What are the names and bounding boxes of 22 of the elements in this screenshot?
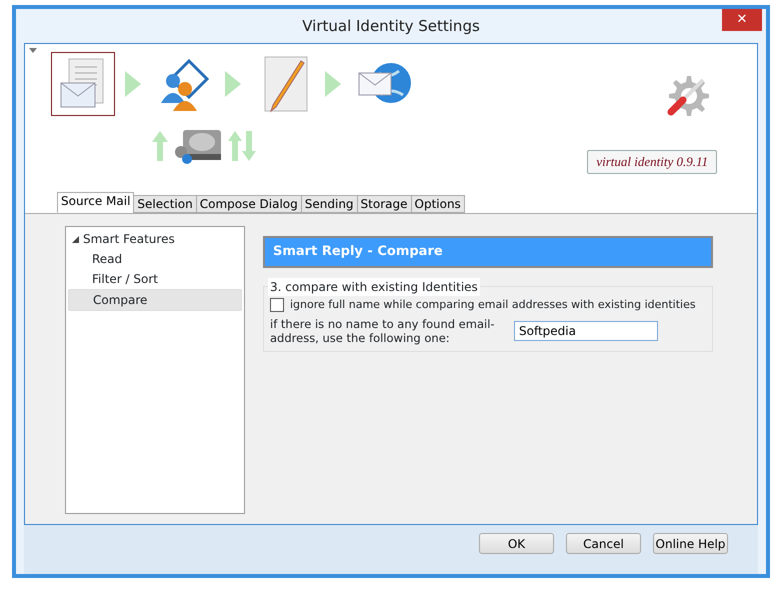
tab[interactable]: Options	[410, 195, 465, 213]
close-button[interactable]: ✕	[722, 9, 762, 31]
input-field[interactable]: Softpedia	[514, 321, 658, 341]
dialog-button[interactable]: Cancel	[566, 533, 641, 554]
tab[interactable]: Selection	[133, 195, 197, 213]
tab[interactable]: Compose Dialog	[196, 195, 302, 213]
version-label: virtual identity 0.9.11	[587, 150, 717, 174]
group-title: 3. compare with existing Identities	[268, 278, 480, 296]
tab[interactable]: Sending	[300, 195, 358, 213]
dialog-button[interactable]: OK	[479, 533, 554, 554]
tab[interactable]: Source Mail	[57, 192, 134, 213]
window-title: Virtual Identity Settings	[302, 16, 480, 37]
tree-item[interactable]: Smart Features	[68, 229, 242, 249]
dialog-button[interactable]: Online Help	[653, 533, 728, 554]
tree-item[interactable]: Read	[68, 249, 242, 269]
tab[interactable]: Storage	[356, 195, 412, 213]
tree-item[interactable]: Compare	[68, 289, 242, 311]
tree-label: Smart Features	[83, 232, 175, 246]
tree-item[interactable]: Filter / Sort	[68, 269, 242, 289]
section-header: Smart Reply - Compare	[263, 236, 713, 268]
checkbox-label: ignore full name while comparing email addresses with existing identities	[290, 296, 696, 312]
field-label: if there is no name to any found email-address, use the following one:	[270, 317, 496, 345]
